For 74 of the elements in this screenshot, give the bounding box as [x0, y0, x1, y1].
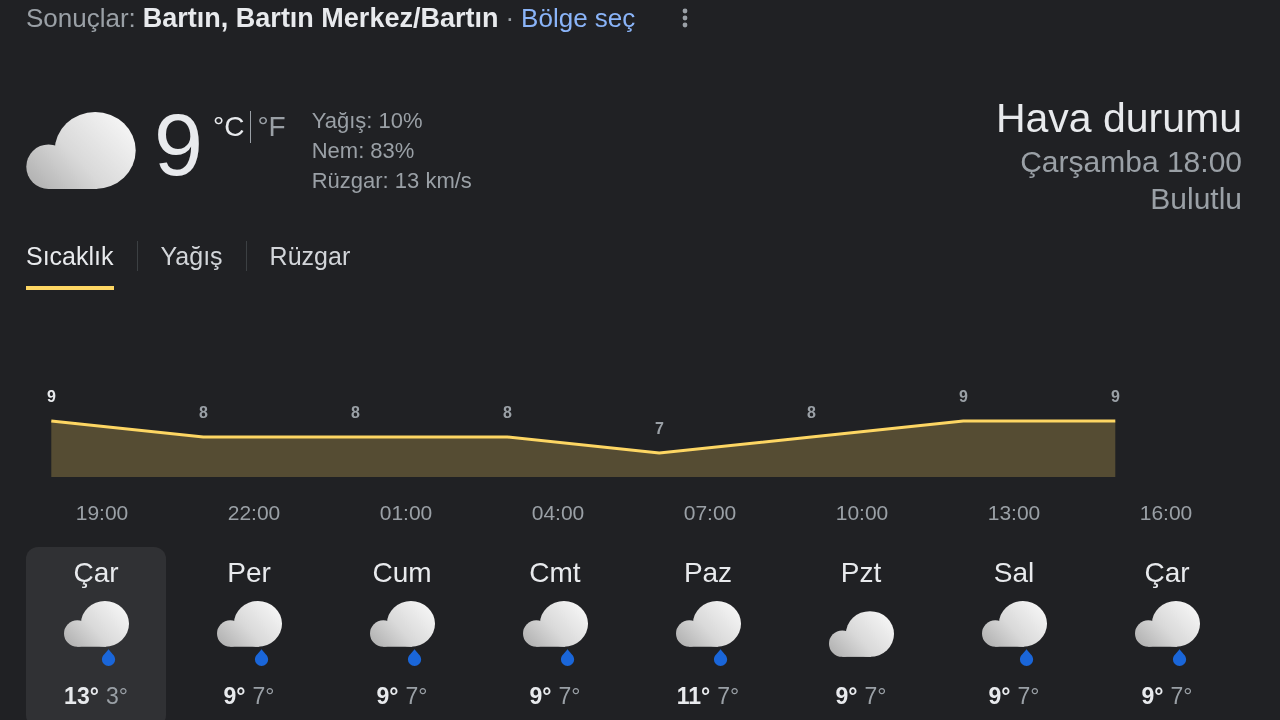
separator-dot: · [505, 3, 515, 33]
low-temperature: 7° [1017, 682, 1040, 710]
high-temperature: 9° [223, 682, 246, 710]
current-temperature: 9 [154, 101, 203, 189]
value-label: 8 [502, 404, 512, 421]
results-label: Sonuçlar: [26, 3, 136, 33]
day-forecast[interactable]: Pzt 9° 7° [791, 547, 931, 720]
rain-cloud-icon [1134, 601, 1200, 666]
low-temperature: 7° [558, 682, 581, 710]
value-label: 9 [958, 388, 968, 405]
day-label: Sal [993, 557, 1035, 589]
time-label: 10:00 [835, 501, 889, 524]
time-label: 22:00 [227, 501, 281, 524]
low-temperature: 7° [864, 682, 887, 710]
low-temperature: 3° [105, 682, 128, 710]
rain-cloud-icon [63, 601, 129, 666]
low-temperature: 7° [717, 682, 740, 710]
low-temperature: 7° [1170, 682, 1193, 710]
high-temperature: 9° [1141, 682, 1164, 710]
unit-toggle[interactable]: °F [257, 111, 286, 143]
day-label: Cum [372, 557, 432, 589]
weather-detail: Yağış: 10% [311, 107, 424, 135]
day-forecast[interactable]: Paz 11° 7° [638, 547, 778, 720]
value-label: 9 [46, 388, 56, 405]
high-temperature: 11° [676, 682, 711, 710]
high-temperature: 9° [376, 682, 399, 710]
day-forecast[interactable]: Cum 9° 7° [332, 547, 472, 720]
day-time-text: Çarşamba 18:00 [1019, 144, 1242, 180]
weather-detail: Nem: 83% [311, 137, 416, 165]
more-options-icon[interactable] [682, 8, 689, 28]
location-name: Bartın, Bartın Merkez/Bartın [142, 3, 499, 33]
rain-cloud-icon [981, 601, 1047, 666]
time-label: 07:00 [683, 501, 737, 524]
time-label: 16:00 [1139, 501, 1193, 524]
cloud-icon [828, 611, 894, 657]
rain-cloud-icon [675, 601, 741, 666]
high-temperature: 9° [529, 682, 552, 710]
high-temperature: 9° [835, 682, 858, 710]
cloud-icon [26, 112, 136, 189]
weather-title: Hava durumu [995, 96, 1242, 140]
day-label: Pzt [840, 557, 882, 589]
time-label: 19:00 [75, 501, 129, 524]
day-label: Cmt [529, 557, 581, 589]
value-label: 7 [654, 420, 664, 437]
high-temperature: 13° [64, 682, 99, 710]
condition-text: Bulutlu [1149, 181, 1242, 217]
value-label: 8 [806, 404, 816, 421]
high-temperature: 9° [988, 682, 1011, 710]
day-label: Çar [1144, 557, 1190, 589]
day-forecast[interactable]: Sal 9° 7° [944, 547, 1084, 720]
low-temperature: 7° [405, 682, 428, 710]
day-label: Per [227, 557, 271, 589]
unit-toggle[interactable]: °C [212, 111, 245, 143]
chart-tab[interactable]: Sıcaklık [26, 241, 114, 290]
day-forecast[interactable]: Çar 13° 3° [26, 547, 166, 720]
rain-cloud-icon [369, 601, 435, 666]
value-label: 8 [350, 404, 360, 421]
day-forecast[interactable]: Çar 9° 7° [1097, 547, 1237, 720]
time-label: 04:00 [531, 501, 585, 524]
day-forecast[interactable]: Cmt 9° 7° [485, 547, 625, 720]
day-label: Çar [73, 557, 119, 589]
rain-cloud-icon [216, 601, 282, 666]
time-label: 13:00 [987, 501, 1041, 524]
day-forecast[interactable]: Per 9° 7° [179, 547, 319, 720]
value-label: 8 [198, 404, 208, 421]
chart-tab[interactable]: Rüzgar [269, 241, 351, 290]
region-link[interactable]: Bölge seç [521, 3, 636, 33]
rain-cloud-icon [522, 601, 588, 666]
value-label: 9 [1110, 388, 1120, 405]
day-label: Paz [683, 557, 733, 589]
low-temperature: 7° [252, 682, 275, 710]
time-label: 01:00 [379, 501, 433, 524]
weather-detail: Rüzgar: 13 km/s [311, 167, 472, 195]
chart-tab[interactable]: Yağış [160, 241, 223, 290]
